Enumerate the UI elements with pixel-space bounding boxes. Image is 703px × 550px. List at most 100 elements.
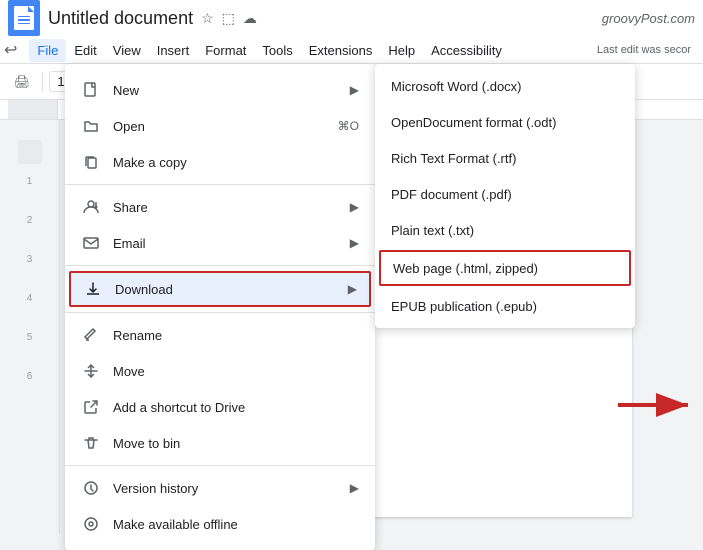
title-area: Untitled document ☆ ⬚ ☁ <box>48 8 257 29</box>
offline-label: Make available offline <box>113 517 359 532</box>
file-menu-section-5: Version history ▶ Make available offline <box>65 466 375 546</box>
print-icon[interactable]: 🖨 <box>8 68 36 96</box>
copy-label: Make a copy <box>113 155 359 170</box>
line-num-3: 3 <box>27 254 33 265</box>
doc-line <box>18 23 30 25</box>
rename-icon <box>81 325 101 345</box>
menu-share[interactable]: Share ▶ <box>65 189 375 225</box>
txt-label: Plain text (.txt) <box>391 223 474 238</box>
menu-item-help[interactable]: Help <box>380 39 423 62</box>
rename-label: Rename <box>113 328 359 343</box>
doc-title: Untitled document <box>48 8 193 29</box>
open-label: Open <box>113 119 330 134</box>
menu-download[interactable]: Download ▶ <box>69 271 371 307</box>
menu-email[interactable]: Email ▶ <box>65 225 375 261</box>
submenu-html[interactable]: Web page (.html, zipped) <box>379 250 631 286</box>
submenu-docx[interactable]: Microsoft Word (.docx) <box>375 68 635 104</box>
download-label: Download <box>115 282 344 297</box>
offline-icon <box>81 514 101 534</box>
title-row: Untitled document ☆ ⬚ ☁ <box>48 8 257 29</box>
menu-offline[interactable]: Make available offline <box>65 506 375 542</box>
line-num-6: 6 <box>27 371 33 382</box>
move-label: Move <box>113 364 359 379</box>
doc-icon <box>8 0 40 36</box>
submenu-epub[interactable]: EPUB publication (.epub) <box>375 288 635 324</box>
menu-move[interactable]: Move <box>65 353 375 389</box>
line-num-2: 2 <box>27 215 33 226</box>
doc-icon-inner <box>14 6 34 30</box>
line-num-4: 4 <box>27 293 33 304</box>
file-menu-section-4: Rename Move Add a shortcut to Drive Move… <box>65 313 375 466</box>
move-icon <box>81 361 101 381</box>
file-menu-section-1: New ▶ Open ⌘O Make a copy <box>65 68 375 185</box>
menu-rename[interactable]: Rename <box>65 317 375 353</box>
menu-item-file[interactable]: File <box>29 39 66 62</box>
menu-item-accessibility[interactable]: Accessibility <box>423 39 510 62</box>
line-num-5: 5 <box>27 332 33 343</box>
menu-bar: ↩ File Edit View Insert Format Tools Ext… <box>0 36 703 64</box>
submenu-pdf[interactable]: PDF document (.pdf) <box>375 176 635 212</box>
epub-label: EPUB publication (.epub) <box>391 299 537 314</box>
left-icon-1 <box>18 140 42 164</box>
file-menu: New ▶ Open ⌘O Make a copy Share ▶ <box>65 64 375 550</box>
download-arrow: ▶ <box>348 282 357 296</box>
html-label: Web page (.html, zipped) <box>393 261 538 276</box>
header-top: Untitled document ☆ ⬚ ☁ groovyPost.com <box>0 0 703 36</box>
new-label: New <box>113 83 346 98</box>
submenu-txt[interactable]: Plain text (.txt) <box>375 212 635 248</box>
menu-item-insert[interactable]: Insert <box>149 39 198 62</box>
menu-version-history[interactable]: Version history ▶ <box>65 470 375 506</box>
menu-item-format[interactable]: Format <box>197 39 254 62</box>
submenu-odt[interactable]: OpenDocument format (.odt) <box>375 104 635 140</box>
menu-copy[interactable]: Make a copy <box>65 144 375 180</box>
menu-item-view[interactable]: View <box>105 39 149 62</box>
undo-icon: ↩ <box>4 40 17 60</box>
bin-label: Move to bin <box>113 436 359 451</box>
menu-open[interactable]: Open ⌘O <box>65 108 375 144</box>
cloud-icon[interactable]: ☁ <box>243 10 257 27</box>
open-icon <box>81 116 101 136</box>
menu-item-tools[interactable]: Tools <box>254 39 300 62</box>
star-icon[interactable]: ☆ <box>201 10 214 27</box>
app-header: Untitled document ☆ ⬚ ☁ groovyPost.com ↩… <box>0 0 703 64</box>
shortcut-label: Add a shortcut to Drive <box>113 400 359 415</box>
doc-line <box>18 19 30 21</box>
trash-icon <box>81 433 101 453</box>
red-arrow-indicator <box>618 385 698 434</box>
copy-icon <box>81 152 101 172</box>
open-shortcut: ⌘O <box>338 119 359 133</box>
share-label: Share <box>113 200 346 215</box>
brand-text: groovyPost.com <box>602 11 695 26</box>
menu-item-extensions[interactable]: Extensions <box>301 39 381 62</box>
file-menu-section-2: Share ▶ Email ▶ <box>65 185 375 266</box>
docx-label: Microsoft Word (.docx) <box>391 79 522 94</box>
rtf-label: Rich Text Format (.rtf) <box>391 151 516 166</box>
download-submenu: Microsoft Word (.docx) OpenDocument form… <box>375 64 635 328</box>
doc-lines <box>18 16 30 25</box>
submenu-rtf[interactable]: Rich Text Format (.rtf) <box>375 140 635 176</box>
menu-new[interactable]: New ▶ <box>65 72 375 108</box>
line-num-1: 1 <box>27 176 33 187</box>
new-arrow: ▶ <box>350 83 359 97</box>
menu-item-edit[interactable]: Edit <box>66 39 104 62</box>
share-icon <box>81 197 101 217</box>
email-icon <box>81 233 101 253</box>
last-edit-text: Last edit was secor <box>597 44 691 56</box>
odt-label: OpenDocument format (.odt) <box>391 115 556 130</box>
version-history-label: Version history <box>113 481 346 496</box>
new-doc-icon <box>81 80 101 100</box>
pdf-label: PDF document (.pdf) <box>391 187 512 202</box>
left-margin: 1 2 3 4 5 6 <box>0 120 60 533</box>
menu-add-shortcut[interactable]: Add a shortcut to Drive <box>65 389 375 425</box>
drive-icon[interactable]: ⬚ <box>222 10 235 27</box>
share-arrow: ▶ <box>350 200 359 214</box>
toolbar-sep <box>42 72 43 92</box>
file-menu-section-3: Download ▶ <box>65 266 375 313</box>
email-arrow: ▶ <box>350 236 359 250</box>
shortcut-icon <box>81 397 101 417</box>
menu-move-to-bin[interactable]: Move to bin <box>65 425 375 461</box>
history-icon <box>81 478 101 498</box>
ruler-left <box>8 100 58 119</box>
download-icon <box>83 279 103 299</box>
doc-line <box>18 16 30 18</box>
